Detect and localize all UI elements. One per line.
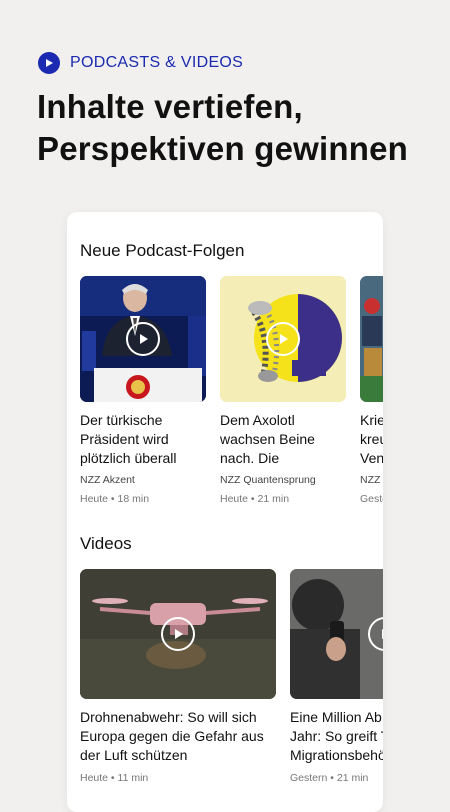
title-line: Präsident wird xyxy=(80,431,169,447)
podcast-title[interactable]: Krie kreu Ven xyxy=(360,411,383,468)
podcast-meta: Heute • 18 min xyxy=(80,493,150,505)
page-headline: Inhalte vertiefen, Perspektiven gewinnen xyxy=(37,86,427,170)
title-line: Ven xyxy=(360,450,383,466)
title-line: Migrationsbehö xyxy=(290,747,383,763)
podcast-row[interactable]: Der türkische Präsident wird plötzlich ü… xyxy=(80,276,383,505)
play-overlay-icon[interactable] xyxy=(161,617,195,651)
title-line: Europa gegen die Gefahr aus xyxy=(80,728,264,744)
video-title[interactable]: Drohnenabwehr: So will sich Europa gegen… xyxy=(80,708,276,765)
title-line: Drohnenabwehr: So will sich xyxy=(80,709,257,725)
video-meta: Heute • 11 min xyxy=(80,772,149,784)
title-line: Krie xyxy=(360,412,383,428)
podcast-meta: Gester xyxy=(360,493,383,505)
podcast-meta: Heute • 21 min xyxy=(220,493,290,505)
play-icon xyxy=(38,52,60,74)
title-line: Dem Axolotl xyxy=(220,412,295,428)
title-line: Jahr: So greift T xyxy=(290,728,383,744)
podcast-tile[interactable]: Krie kreu Ven NZZ A Gester xyxy=(360,276,383,505)
videos-heading: Videos xyxy=(80,534,132,553)
podcast-source: NZZ Akzent xyxy=(80,474,135,486)
play-overlay-icon[interactable] xyxy=(266,322,300,356)
podcast-source: NZZ Quantensprung xyxy=(220,474,316,486)
podcast-thumbnail[interactable] xyxy=(80,276,206,402)
video-title[interactable]: Eine Million Ab Jahr: So greift T Migrat… xyxy=(290,708,383,765)
title-line: nach. Die regenera... xyxy=(220,450,280,466)
podcast-thumbnail[interactable] xyxy=(220,276,346,402)
video-thumbnail[interactable] xyxy=(290,569,383,699)
title-line: kreu xyxy=(360,431,383,447)
title-line: der Luft schützen xyxy=(80,747,188,763)
content-card: Neue Podcast-Folgen Der türkische Präsid… xyxy=(67,212,383,812)
title-line: Der türkische xyxy=(80,412,163,428)
title-line: Eine Million Ab xyxy=(290,709,382,725)
headline-line-1: Inhalte vertiefen, xyxy=(37,88,303,125)
podcast-tile[interactable]: Der türkische Präsident wird plötzlich ü… xyxy=(80,276,206,505)
video-meta: Gestern • 21 min xyxy=(290,772,369,784)
podcast-tile[interactable]: Dem Axolotl wachsen Beine nach. Die rege… xyxy=(220,276,346,505)
podcast-source: NZZ A xyxy=(360,474,383,486)
podcast-title[interactable]: Der türkische Präsident wird plötzlich ü… xyxy=(80,411,206,468)
title-line: plötzlich überall ge... xyxy=(80,450,177,466)
headline-line-2: Perspektiven gewinnen xyxy=(37,130,408,167)
podcasts-heading: Neue Podcast-Folgen xyxy=(80,241,245,260)
video-thumbnail[interactable] xyxy=(80,569,276,699)
podcast-thumbnail[interactable] xyxy=(360,276,383,402)
podcast-title[interactable]: Dem Axolotl wachsen Beine nach. Die rege… xyxy=(220,411,346,468)
video-tile[interactable]: Drohnenabwehr: So will sich Europa gegen… xyxy=(80,569,276,784)
section-label: PODCASTS & VIDEOS xyxy=(38,52,243,74)
section-label-text: PODCASTS & VIDEOS xyxy=(70,54,244,71)
play-overlay-icon[interactable] xyxy=(126,322,160,356)
video-row[interactable]: Drohnenabwehr: So will sich Europa gegen… xyxy=(80,569,383,784)
video-tile[interactable]: Eine Million Ab Jahr: So greift T Migrat… xyxy=(290,569,383,784)
title-line: wachsen Beine xyxy=(220,431,315,447)
